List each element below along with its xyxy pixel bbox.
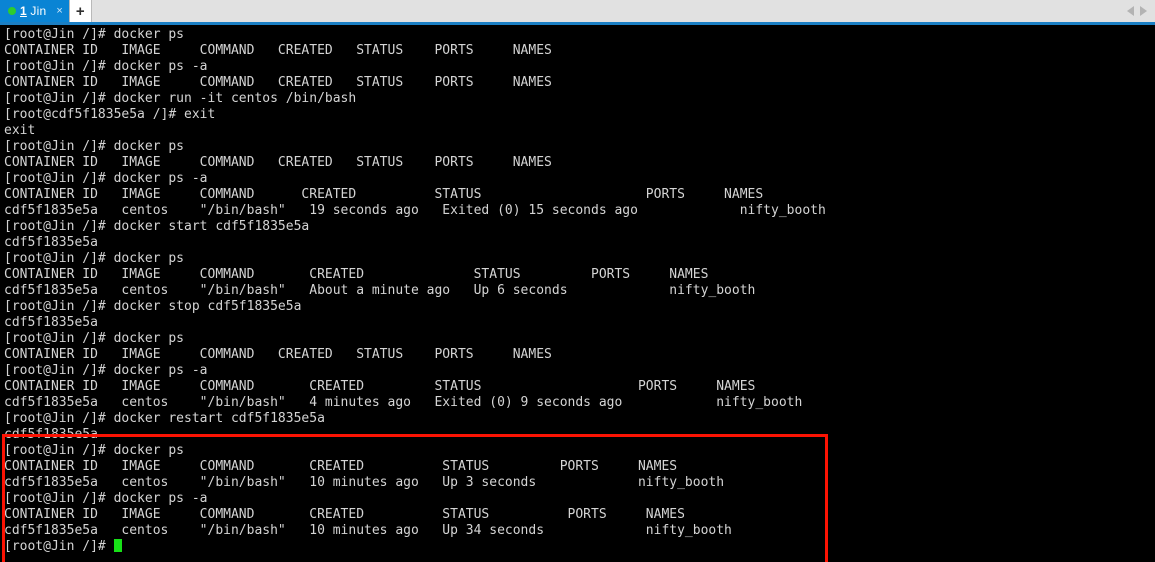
terminal-line: [root@Jin /]# docker ps [4,443,185,458]
triangle-left-icon[interactable] [1127,6,1134,16]
terminal-line: cdf5f1835e5a centos "/bin/bash" 10 minut… [4,475,725,490]
terminal-line: cdf5f1835e5a centos "/bin/bash" 10 minut… [4,523,732,538]
terminal-line: [root@Jin /]# docker ps -a [4,59,208,74]
terminal-line: [root@Jin /]# docker ps -a [4,363,208,378]
terminal-line: [root@cdf5f1835e5a /]# exit [4,107,216,122]
terminal-line: CONTAINER ID IMAGE COMMAND CREATED STATU… [4,75,552,90]
terminal-line: cdf5f1835e5a centos "/bin/bash" About a … [4,283,756,298]
terminal-line: cdf5f1835e5a centos "/bin/bash" 4 minute… [4,395,803,410]
tab-title: 1 Jin [20,4,46,18]
terminal-pane[interactable]: [root@Jin /]# docker ps CONTAINER ID IMAG… [0,25,1155,562]
terminal-line: cdf5f1835e5a [4,427,98,442]
terminal-output: [root@Jin /]# docker ps CONTAINER ID IMAG… [4,27,826,555]
terminal-line: CONTAINER ID IMAGE COMMAND CREATED STATU… [4,459,678,474]
terminal-line: cdf5f1835e5a [4,235,98,250]
new-tab-button[interactable]: + [68,0,92,22]
terminal-line: [root@Jin /]# docker stop cdf5f1835e5a [4,299,302,314]
connection-status-dot-icon [8,7,16,15]
terminal-line: CONTAINER ID IMAGE COMMAND CREATED STATU… [4,155,552,170]
tab-bar: 1 Jin × + [0,0,1155,22]
terminal-line: cdf5f1835e5a centos "/bin/bash" 19 secon… [4,203,826,218]
terminal-line: [root@Jin /]# docker restart cdf5f1835e5… [4,411,325,426]
terminal-line: CONTAINER ID IMAGE COMMAND CREATED STATU… [4,347,552,362]
terminal-line: [root@Jin /]# docker ps -a [4,491,208,506]
terminal-line: [root@Jin /]# docker ps [4,27,185,42]
terminal-line: [root@Jin /]# [4,539,826,555]
tab-scroll-controls [1127,0,1155,22]
tab-bar-spacer [92,0,1127,22]
tab-number: 1 [20,4,27,18]
terminal-line: CONTAINER ID IMAGE COMMAND CREATED STATU… [4,187,764,202]
terminal-line: CONTAINER ID IMAGE COMMAND CREATED STATU… [4,379,756,394]
text-cursor [113,539,122,552]
terminal-line: cdf5f1835e5a [4,315,98,330]
tab-jin[interactable]: 1 Jin × [0,0,69,22]
terminal-line: [root@Jin /]# docker start cdf5f1835e5a [4,219,310,234]
terminal-line: CONTAINER ID IMAGE COMMAND CREATED STATU… [4,267,709,282]
terminal-line: [root@Jin /]# docker ps [4,331,185,346]
terminal-line: [root@Jin /]# docker ps [4,139,185,154]
terminal-line: [root@Jin /]# docker run -it centos /bin… [4,91,357,106]
triangle-right-icon[interactable] [1140,6,1147,16]
terminal-line: [root@Jin /]# docker ps [4,251,185,266]
terminal-line: [root@Jin /]# docker ps -a [4,171,208,186]
terminal-line: CONTAINER ID IMAGE COMMAND CREATED STATU… [4,507,685,522]
terminal-line: CONTAINER ID IMAGE COMMAND CREATED STATU… [4,43,552,58]
close-icon[interactable]: × [56,5,62,17]
terminal-line: exit [4,123,36,138]
tab-name: Jin [30,4,47,18]
